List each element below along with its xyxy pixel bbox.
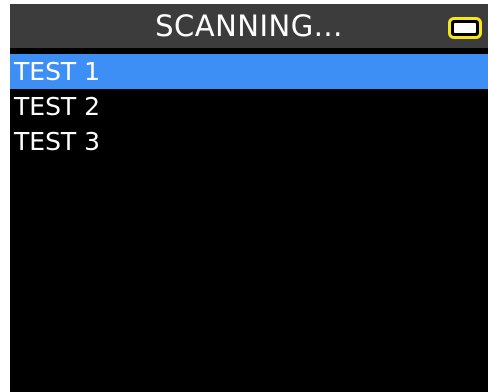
battery-icon: [448, 17, 482, 39]
menu-item-label: TEST 1: [14, 57, 101, 86]
menu-item-label: TEST 2: [14, 92, 101, 121]
title-bar: SCANNING...: [10, 4, 488, 48]
menu-item-label: TEST 3: [14, 127, 101, 156]
menu-item-test-3[interactable]: TEST 3: [10, 124, 488, 159]
menu-item-test-1[interactable]: TEST 1: [10, 54, 488, 89]
device-screen: SCANNING... TEST 1 TEST 2 TEST 3: [10, 4, 488, 392]
battery-level: [454, 23, 476, 33]
test-menu-list: TEST 1 TEST 2 TEST 3: [10, 54, 488, 159]
menu-item-test-2[interactable]: TEST 2: [10, 89, 488, 124]
screen-title: SCANNING...: [155, 9, 343, 43]
